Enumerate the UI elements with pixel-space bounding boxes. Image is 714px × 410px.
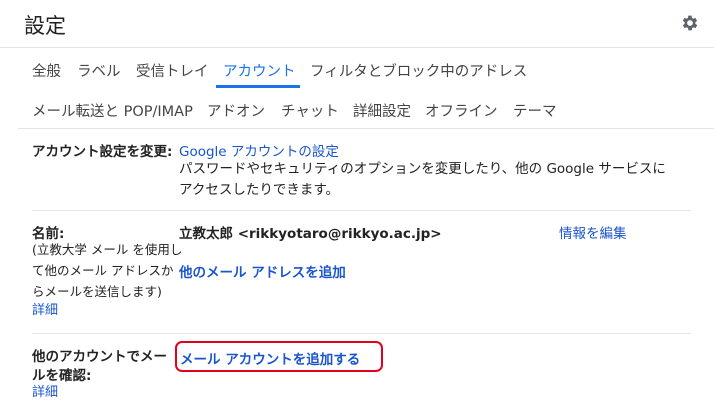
check-other-details-link[interactable]: 詳細 [32,382,58,403]
account-settings-desc-line2: アクセスしたりできます。 [179,182,339,198]
account-settings-label: アカウント設定を変更: [32,144,173,160]
edit-info-link[interactable]: 情報を編集 [559,222,627,242]
tab-offline[interactable]: オフライン [425,100,498,121]
tab-addons[interactable]: アドオン [207,100,265,121]
tab-labels[interactable]: ラベル [77,60,121,81]
check-other-label-line2: ルを確認: [32,368,92,384]
google-account-settings-link[interactable]: Google アカウントの設定 [179,140,339,160]
header-divider [0,47,714,48]
tab-accounts[interactable]: アカウント [223,60,296,81]
tab-forwarding[interactable]: メール転送と POP/IMAP [32,100,193,121]
tab-chat[interactable]: チャット [281,100,339,121]
sender-identity: 立教太郎 <rikkyotaro@rikkyo.ac.jp> [179,226,442,242]
page-title: 設定 [24,14,66,38]
tab-themes[interactable]: テーマ [513,100,557,121]
section-divider [32,210,691,211]
section-divider-2 [32,333,691,334]
account-settings-desc-line1: パスワードやセキュリティのオプションを変更したり、他の Google サービスに [179,161,666,177]
add-address-link[interactable]: 他のメール アドレスを追加 [179,261,346,281]
check-other-label-line1: 他のアカウントでメー [32,349,167,365]
name-help-line2: て他のメール アドレスか [32,263,174,278]
name-help-line3: らメールを送信します) [32,284,162,299]
tab-inbox[interactable]: 受信トレイ [136,60,209,81]
name-details-link[interactable]: 詳細 [32,300,58,321]
tab-advanced[interactable]: 詳細設定 [353,100,411,121]
tab-general[interactable]: 全般 [32,60,61,81]
tab-filters[interactable]: フィルタとブロック中のアドレス [310,60,527,81]
gear-icon[interactable] [680,13,700,33]
name-help-line1: (立教大学 メール を使用し [32,242,183,257]
highlight-box [175,341,383,372]
active-tab-indicator [216,85,300,88]
tabs-divider [18,128,714,129]
